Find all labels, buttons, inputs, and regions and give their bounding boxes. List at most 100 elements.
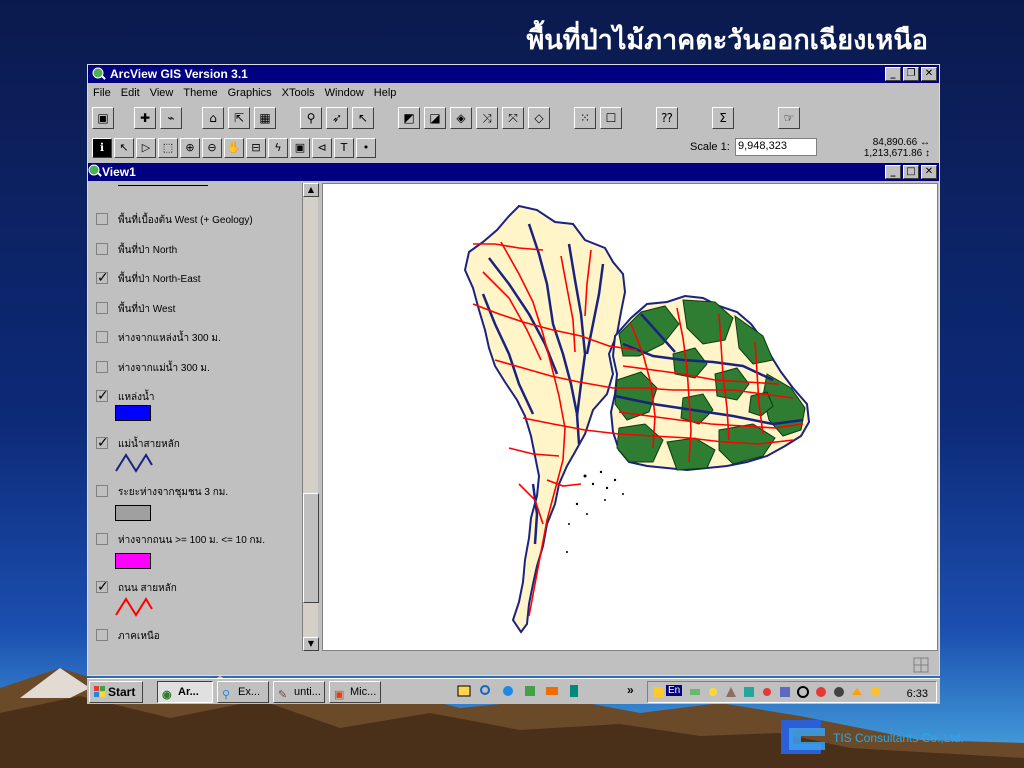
- menu-graphics[interactable]: Graphics: [223, 85, 277, 103]
- internet-explorer-icon[interactable]: [501, 684, 515, 698]
- layer-checkbox[interactable]: [96, 361, 108, 373]
- start-button[interactable]: Start: [89, 681, 143, 703]
- label-tool[interactable]: ⊲: [312, 138, 332, 158]
- select-feature-tool[interactable]: ⬚: [158, 138, 178, 158]
- hotlink-button[interactable]: ☞: [778, 107, 800, 129]
- app-titlebar[interactable]: ArcView GIS Version 3.1 _ ❐ ✕: [88, 65, 939, 83]
- quick-launch-icon[interactable]: [567, 684, 581, 698]
- view-minimize-button[interactable]: _: [885, 165, 901, 179]
- tray-icon[interactable]: [796, 685, 810, 699]
- zoom-out-tool[interactable]: ⊖: [202, 138, 222, 158]
- system-tray: En 6:33: [647, 681, 937, 703]
- zoom-in-tool[interactable]: ⊕: [180, 138, 200, 158]
- layer-checkbox[interactable]: [96, 302, 108, 314]
- tray-icon[interactable]: [868, 685, 882, 699]
- outlook-icon[interactable]: [545, 684, 559, 698]
- taskbar-powerpoint[interactable]: ▣ Mic...: [329, 681, 381, 703]
- tray-icon[interactable]: [688, 685, 702, 699]
- draw-point-tool[interactable]: •: [356, 138, 376, 158]
- view-close-button[interactable]: ✕: [921, 165, 937, 179]
- taskbar-arcview[interactable]: ◉ Ar...: [157, 681, 213, 703]
- pointer-tool[interactable]: ↖: [114, 138, 134, 158]
- taskbar-paint[interactable]: ✎ unti...: [273, 681, 325, 703]
- view-titlebar[interactable]: View1 _ □ ✕: [88, 163, 939, 181]
- text-tool[interactable]: T: [334, 138, 354, 158]
- find-button[interactable]: ⚲: [300, 107, 322, 129]
- layer-checkbox-checked[interactable]: ✓: [96, 436, 109, 450]
- pan-tool[interactable]: ✋: [224, 138, 244, 158]
- layer-checkbox-checked[interactable]: ✓: [96, 389, 109, 403]
- tray-icon[interactable]: [742, 685, 756, 699]
- grid-icon: [913, 657, 929, 673]
- summarize-button[interactable]: Σ: [712, 107, 734, 129]
- thailand-map[interactable]: [323, 184, 937, 650]
- zoom-previous-button[interactable]: ◇: [528, 107, 550, 129]
- tray-icon[interactable]: [832, 685, 846, 699]
- zoom-active-button[interactable]: ◪: [424, 107, 446, 129]
- select-tool-button[interactable]: ⇱: [228, 107, 250, 129]
- tray-icon[interactable]: [706, 685, 720, 699]
- tray-icon[interactable]: [850, 685, 864, 699]
- menu-help[interactable]: Help: [369, 85, 402, 103]
- quick-launch-icon[interactable]: [479, 684, 493, 698]
- view-maximize-button[interactable]: □: [903, 165, 919, 179]
- menu-window[interactable]: Window: [320, 85, 369, 103]
- vertex-edit-tool[interactable]: ▷: [136, 138, 156, 158]
- area-of-interest-tool[interactable]: ▣: [290, 138, 310, 158]
- layer-checkbox[interactable]: [96, 533, 108, 545]
- add-theme-button[interactable]: ✚: [134, 107, 156, 129]
- zoom-selected-button[interactable]: ◈: [450, 107, 472, 129]
- map-display[interactable]: [322, 183, 938, 651]
- scroll-up-button[interactable]: ▲: [303, 183, 319, 197]
- zoom-in-button[interactable]: ⤨: [476, 107, 498, 129]
- menu-edit[interactable]: Edit: [116, 85, 145, 103]
- language-indicator[interactable]: En: [666, 685, 683, 696]
- open-table-button[interactable]: ▦: [254, 107, 276, 129]
- layer-checkbox-checked[interactable]: ✓: [96, 271, 109, 285]
- minimize-button[interactable]: _: [885, 67, 901, 81]
- clear-selection-button[interactable]: ☐: [600, 107, 622, 129]
- chevron-icon[interactable]: »: [627, 683, 634, 697]
- help-button[interactable]: ⁇: [656, 107, 678, 129]
- theme-properties-button[interactable]: ⌁: [160, 107, 182, 129]
- menu-xtools[interactable]: XTools: [277, 85, 320, 103]
- tray-icon[interactable]: [814, 685, 828, 699]
- layer-checkbox[interactable]: [96, 243, 108, 255]
- taskbar-explorer[interactable]: ⚲ Ex...: [217, 681, 269, 703]
- save-project-button[interactable]: ▣: [92, 107, 114, 129]
- menu-view[interactable]: View: [145, 85, 179, 103]
- measure-tool[interactable]: ⊟: [246, 138, 266, 158]
- tray-icon[interactable]: [652, 685, 666, 699]
- layer-checkbox[interactable]: [96, 331, 108, 343]
- brand: TIS Consultants Co.,Ltd.: [775, 716, 1015, 760]
- map-islands: [566, 470, 624, 553]
- scale-input[interactable]: 9,948,323: [735, 138, 817, 156]
- quick-launch-icon[interactable]: [523, 684, 537, 698]
- coordinate-readout: 84,890.66 ↔ 1,213,671.86 ↕: [863, 137, 930, 159]
- edit-legend-button[interactable]: ⌂: [202, 107, 224, 129]
- tray-icon[interactable]: [724, 685, 738, 699]
- taskbar-clock[interactable]: 6:33: [907, 688, 928, 700]
- select-features-button[interactable]: ⁙: [574, 107, 596, 129]
- layer-checkbox[interactable]: [96, 213, 108, 225]
- layer-checkbox[interactable]: [96, 629, 108, 641]
- scroll-down-button[interactable]: ▼: [303, 637, 319, 651]
- query-button[interactable]: ↖: [352, 107, 374, 129]
- close-button[interactable]: ✕: [921, 67, 937, 81]
- hotlink-tool[interactable]: ϟ: [268, 138, 288, 158]
- layer-checkbox-checked[interactable]: ✓: [96, 580, 109, 594]
- menu-theme[interactable]: Theme: [178, 85, 222, 103]
- restore-button[interactable]: ❐: [903, 67, 919, 81]
- locate-button[interactable]: ➶: [326, 107, 348, 129]
- tray-icon[interactable]: [760, 685, 774, 699]
- scroll-thumb[interactable]: [303, 493, 319, 603]
- tray-icon[interactable]: [778, 685, 792, 699]
- quick-launch-icon[interactable]: [457, 684, 471, 698]
- zoom-out-button[interactable]: ⤧: [502, 107, 524, 129]
- menu-file[interactable]: File: [88, 85, 116, 103]
- toc-scrollbar[interactable]: ▲ ▼: [302, 183, 319, 651]
- identify-tool[interactable]: ℹ: [92, 138, 112, 158]
- powerpoint-task-icon: ▣: [334, 689, 345, 701]
- zoom-full-button[interactable]: ◩: [398, 107, 420, 129]
- layer-checkbox[interactable]: [96, 485, 108, 497]
